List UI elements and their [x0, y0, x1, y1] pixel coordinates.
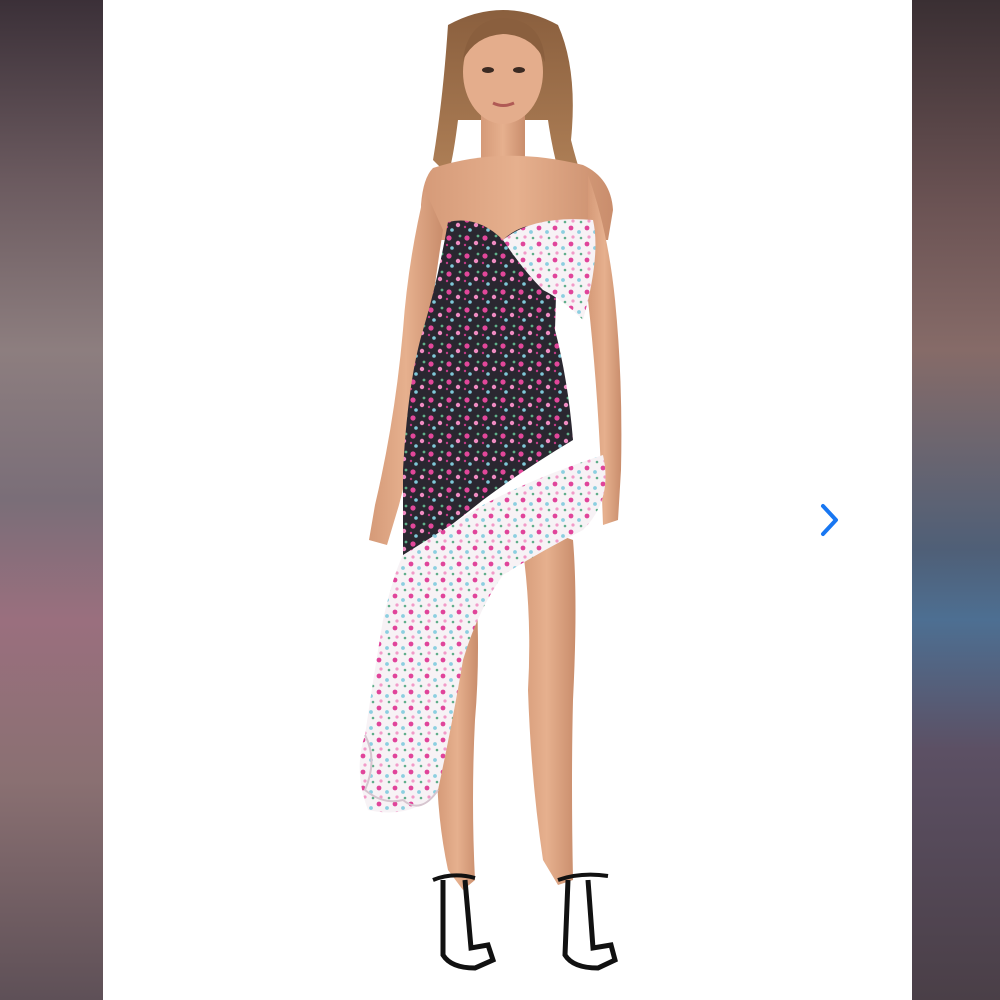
photo-illustration	[359, 10, 622, 971]
image-viewer	[0, 0, 1000, 1000]
blurred-background-right	[912, 0, 1000, 1000]
next-image-button[interactable]	[815, 500, 845, 540]
product-photo	[103, 0, 912, 1000]
blurred-background-left	[0, 0, 103, 1000]
chevron-right-icon	[821, 504, 838, 536]
